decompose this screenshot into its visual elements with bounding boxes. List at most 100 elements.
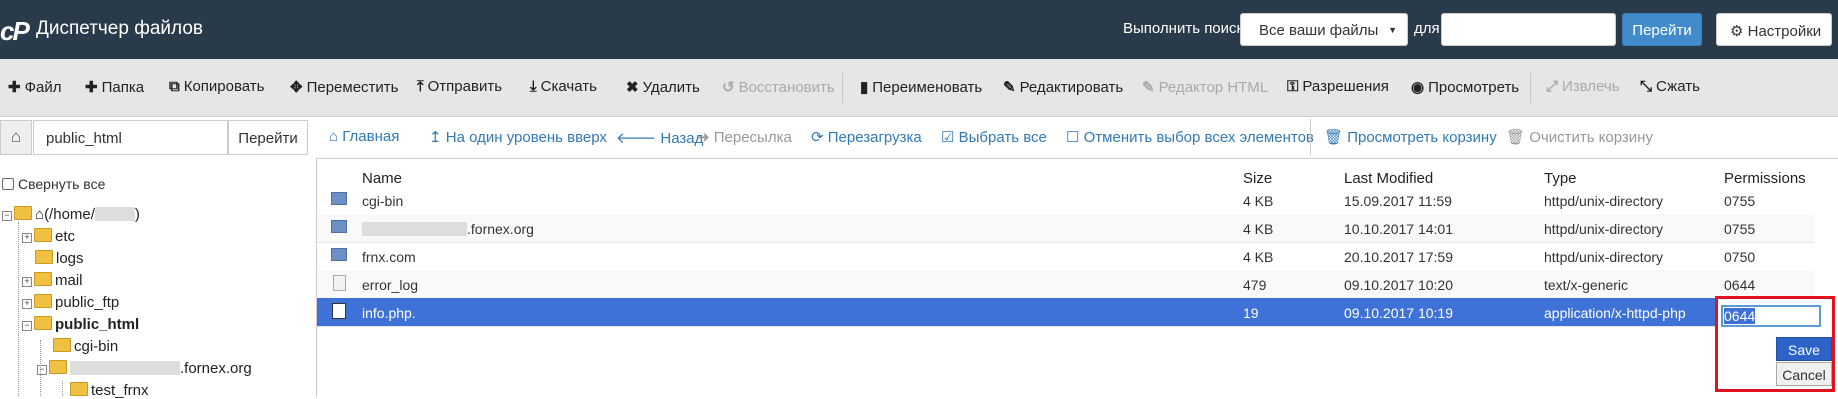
home-button[interactable]: ⌂ [0, 120, 32, 155]
tree-item-label: .fornex.org [180, 360, 252, 377]
tree-item-label: test_frnx [91, 382, 149, 399]
tree-item-mail[interactable]: + mail [22, 272, 83, 289]
cpanel-logo: cP [0, 16, 30, 46]
path-input[interactable]: public_html [33, 120, 228, 155]
new-folder-button[interactable]: ✚ Папка [85, 78, 144, 96]
redacted-username [94, 207, 135, 221]
permissions-edit-input[interactable]: 0644 [1721, 305, 1821, 327]
tree-item-etc[interactable]: + etc [22, 228, 75, 245]
eye-icon: ◉ [1411, 79, 1425, 96]
tree-item-label: logs [56, 250, 84, 267]
folder-icon [331, 192, 347, 205]
plus-icon: ✚ [8, 79, 21, 96]
col-header-type[interactable]: Type [1544, 170, 1577, 187]
nav-up-label: На один уровень вверх [445, 129, 607, 146]
restore-button[interactable]: ↺ Восстановить [722, 78, 835, 96]
for-label: для [1414, 20, 1440, 37]
collapse-icon: − [2, 211, 12, 221]
nav-home-link[interactable]: ⌂ Главная [329, 128, 399, 145]
nav-forward-link[interactable]: ➜ Пересылка [697, 128, 792, 146]
file-name: cgi-bin [362, 193, 404, 209]
path-go-button[interactable]: Перейти [228, 120, 308, 155]
tree-item-logs[interactable]: logs [35, 250, 84, 267]
extract-label: Извлечь [1562, 78, 1620, 95]
col-header-modified[interactable]: Last Modified [1344, 170, 1433, 187]
html-editor-button[interactable]: ✎ Редактор HTML [1142, 78, 1268, 96]
col-header-name[interactable]: Name [362, 170, 402, 187]
tree-root-suffix: ) [134, 206, 140, 223]
rename-button[interactable]: ▮ Переименовать [860, 78, 982, 96]
folder-open-icon [49, 360, 67, 374]
nav-back-link[interactable]: 🡐 Назад [616, 128, 703, 147]
settings-button[interactable]: ⚙ Настройки [1716, 13, 1832, 46]
tree-item-public-html[interactable]: − public_html [22, 316, 139, 333]
tree-item-root[interactable]: − ⌂(/home/) [2, 206, 140, 223]
toolbar: ✚ Файл ✚ Папка ⧉ Копировать ✥ Переместить ⤒ О… [0, 59, 1838, 117]
undo-icon: ↺ [722, 79, 735, 96]
tree-item-public-ftp[interactable]: + public_ftp [22, 294, 119, 311]
file-name: error_log [362, 277, 419, 293]
gear-icon: ⚙ [1730, 23, 1744, 40]
tree-root-label: (/home/ [44, 206, 95, 223]
view-trash-link[interactable]: 🗑 Просмотреть корзину [1324, 128, 1497, 146]
tree-item-cgi-bin[interactable]: cgi-bin [53, 338, 118, 355]
new-folder-label: Папка [101, 79, 145, 96]
file-type: application/x-httpd-php [1544, 305, 1686, 321]
file-modified: 09.10.2017 10:19 [1344, 305, 1453, 321]
compress-button[interactable]: ⤡ Сжать [1640, 78, 1700, 95]
tree-item-domain[interactable]: − .fornex.org [37, 360, 252, 377]
deselect-all-link[interactable]: ☐ Отменить выбор всех элементов [1066, 128, 1314, 146]
permissions-cancel-button[interactable]: Cancel [1776, 362, 1832, 386]
html-editor-label: Редактор HTML [1158, 79, 1269, 96]
home-icon: ⌂ [35, 206, 45, 223]
table-row[interactable]: .fornex.org 4 KB 10.10.2017 14:01 httpd/… [317, 214, 1814, 243]
nav-forward-label: Пересылка [713, 129, 792, 146]
tree-item-label: etc [55, 228, 76, 245]
deselect-all-label: Отменить выбор всех элементов [1083, 129, 1314, 146]
expand-icon: ⤢ [1546, 78, 1559, 95]
copy-button[interactable]: ⧉ Копировать [169, 78, 264, 95]
empty-trash-label: Очистить корзину [1529, 129, 1653, 146]
extract-button[interactable]: ⤢ Извлечь [1546, 78, 1620, 95]
folder-open-icon [14, 206, 32, 220]
search-scope-select[interactable]: Все ваши файлы ▼ [1240, 13, 1408, 46]
search-input[interactable] [1441, 13, 1616, 46]
table-row[interactable]: frnx.com 4 KB 20.10.2017 17:59 httpd/uni… [317, 242, 1814, 271]
select-all-label: Выбрать все [958, 129, 1047, 146]
search-go-button[interactable]: Перейти [1622, 13, 1702, 46]
nav-home-label: Главная [342, 128, 400, 145]
nav-reload-link[interactable]: ⟳ Перезагрузка [811, 128, 922, 146]
delete-button[interactable]: ✖ Удалить [626, 78, 700, 96]
expand-icon: + [22, 299, 32, 309]
col-header-permissions[interactable]: Permissions [1724, 170, 1806, 187]
empty-trash-link[interactable]: 🗑 Очистить корзину [1506, 128, 1653, 146]
upload-label: Отправить [427, 78, 503, 95]
nav-up-link[interactable]: ↥ На один уровень вверх [429, 128, 607, 146]
col-header-size[interactable]: Size [1243, 170, 1272, 187]
table-row[interactable]: cgi-bin 4 KB 15.09.2017 11:59 httpd/unix… [317, 186, 1814, 215]
refresh-icon: ⟳ [811, 129, 828, 146]
new-file-button[interactable]: ✚ Файл [8, 78, 61, 96]
tree-guide [18, 222, 19, 396]
php-file-icon [332, 303, 346, 319]
table-row-selected[interactable]: info.php. 19 09.10.2017 10:19 applicatio… [317, 298, 1814, 327]
permissions-button[interactable]: ⚿ Разрешения [1287, 78, 1389, 95]
permissions-save-button[interactable]: Save [1776, 337, 1832, 361]
file-size: 19 [1243, 305, 1259, 321]
tree-item-test[interactable]: test_frnx [70, 382, 149, 399]
table-row[interactable]: error_log 479 09.10.2017 10:20 text/x-ge… [317, 270, 1814, 299]
move-button[interactable]: ✥ Переместить [290, 78, 398, 96]
select-all-link[interactable]: ☑ Выбрать все [941, 128, 1047, 146]
edit-button[interactable]: ✎ Редактировать [1003, 78, 1123, 96]
file-size: 4 KB [1243, 249, 1274, 265]
view-button[interactable]: ◉ Просмотреть [1411, 78, 1519, 96]
download-button[interactable]: ⤓ Скачать [530, 78, 597, 95]
upload-button[interactable]: ⤒ Отправить [417, 78, 502, 95]
nav-reload-label: Перезагрузка [827, 129, 922, 146]
collapse-all-link[interactable]: Свернуть все [2, 176, 105, 192]
tree-guide [62, 381, 63, 396]
edit-label: Редактировать [1019, 79, 1124, 96]
file-permissions: 0755 [1724, 221, 1756, 237]
close-icon: ✖ [626, 79, 639, 96]
trash-icon: 🗑 [1324, 129, 1348, 146]
